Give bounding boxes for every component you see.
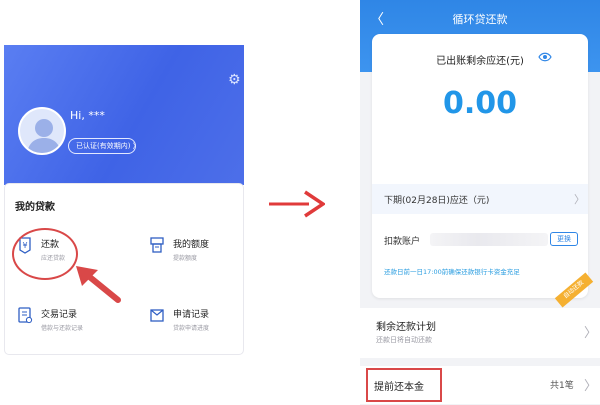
quota-subtitle: 提款额度: [173, 255, 198, 262]
greeting-text: Hi, ***: [70, 109, 105, 122]
my-loans-title: 我的贷款: [15, 202, 55, 213]
chevron-right-icon: 〉: [574, 193, 585, 206]
verified-status-pill[interactable]: 已认证(有效期内) 〉: [68, 138, 140, 154]
user-silhouette-icon: [27, 119, 61, 153]
transactions-title: 交易记录: [41, 310, 78, 320]
remaining-plan-title: 剩余还款计划: [376, 322, 436, 333]
transactions-subtitle: 借款与还款记录: [41, 325, 84, 332]
application-icon: [150, 309, 164, 322]
prepay-count: 共1笔: [550, 381, 574, 391]
change-account-button[interactable]: 更换: [550, 232, 578, 246]
quota-icon: [150, 237, 164, 253]
chevron-right-icon: 〉: [584, 379, 598, 394]
applications-title: 申请记录: [173, 310, 210, 320]
prepay-principal-row[interactable]: 提前还本金 共1笔 〉: [360, 366, 600, 404]
repay-highlight-circle: [12, 228, 78, 280]
transition-arrow-icon: [269, 190, 325, 218]
applications-subtitle: 贷款申请进度: [173, 325, 210, 332]
quota-tile[interactable]: 我的额度 提款额度: [149, 236, 249, 276]
remaining-plan-subtitle: 还款日将自动还款: [376, 336, 432, 344]
home-screen: ⚙ Hi, *** 已认证(有效期内) 〉 我的贷款 ¥ 还款 应还贷款 我的额…: [4, 45, 244, 375]
quota-title: 我的额度: [173, 240, 210, 250]
balance-summary-card: 已出账剩余应还(元) 0.00 下期(02月28日)应还（元) 〉 扣款账户 更…: [372, 34, 594, 308]
outstanding-label: 已出账剩余应还(元): [436, 56, 524, 67]
revolving-loan-repayment-screen: 〈 循环贷还款 已出账剩余应还(元) 0.00 下期(02月28日)应还（元) …: [360, 0, 600, 405]
remaining-plan-row[interactable]: 剩余还款计划 还款日将自动还款 〉: [360, 308, 600, 358]
chevron-right-icon: 〉: [584, 326, 598, 341]
repayment-note: 还款日前一日17:00前确保还款银行卡资金充足: [384, 268, 520, 276]
transactions-tile[interactable]: 交易记录 借款与还款记录: [17, 306, 117, 346]
prepay-principal-label: 提前还本金: [374, 382, 424, 393]
profile-header: ⚙ Hi, *** 已认证(有效期内) 〉: [4, 45, 244, 185]
avatar[interactable]: [18, 107, 66, 155]
settings-gear-icon[interactable]: ⚙: [228, 73, 242, 87]
auto-repay-badge: 自动还款: [554, 272, 594, 308]
page-title: 循环贷还款: [452, 13, 508, 26]
applications-tile[interactable]: 申请记录 贷款申请进度: [149, 306, 249, 346]
outstanding-amount: 0.00: [442, 86, 518, 121]
eye-icon[interactable]: [538, 52, 552, 62]
debit-account-row: 扣款账户 更换: [372, 224, 588, 254]
next-period-label: 下期(02月28日)应还（元): [384, 196, 490, 206]
records-icon: [18, 307, 33, 324]
masked-account-number: [430, 233, 548, 246]
my-loans-card: 我的贷款 ¥ 还款 应还贷款 我的额度 提款额度 交易记录 借款与还款记录 申请…: [4, 183, 244, 355]
red-pointer-arrow-icon: [76, 266, 121, 303]
debit-account-label: 扣款账户: [384, 237, 421, 247]
next-period-row[interactable]: 下期(02月28日)应还（元) 〉: [372, 184, 588, 214]
